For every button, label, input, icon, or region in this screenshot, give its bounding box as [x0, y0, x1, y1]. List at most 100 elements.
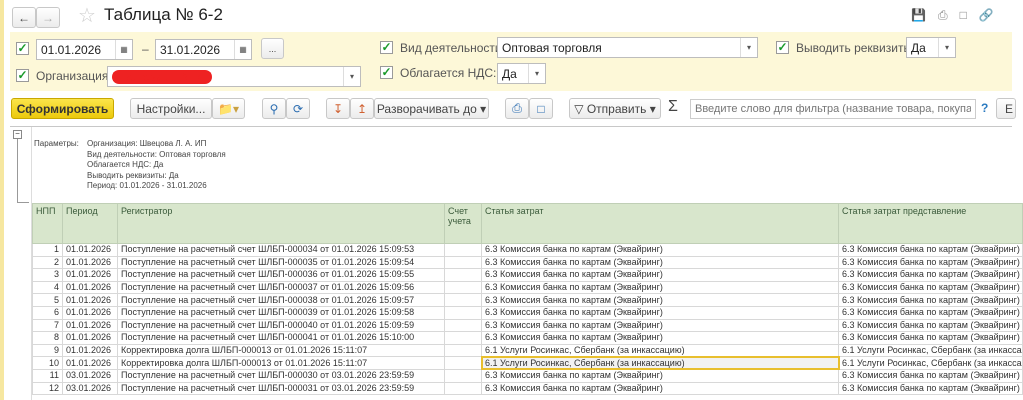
table-row[interactable]: 11 03.01.2026 Поступление на расчетный сче…	[32, 368, 1023, 383]
table-cell[interactable]: 6.3 Комиссия банка по картам (Эквайринг)	[838, 243, 1023, 257]
table-cell[interactable]	[444, 280, 482, 295]
table-cell[interactable]	[444, 293, 482, 307]
save-icon[interactable]: 💾	[911, 8, 938, 22]
table-cell[interactable]: Корректировка долга ШЛБП-000013 от 01.01…	[117, 356, 445, 370]
table-cell[interactable]: 6.1 Услуги Росинкас, Сбербанк (за инкасс…	[838, 343, 1023, 358]
period-checkbox[interactable]: ✓	[16, 42, 29, 55]
favorite-star-icon[interactable]: ☆	[78, 3, 96, 28]
table-cell[interactable]: 3	[32, 268, 63, 282]
table-row[interactable]: 1 01.01.2026 Поступление на расчетный счет…	[32, 243, 1023, 257]
table-cell[interactable]: Поступление на расчетный счет ШЛБП-00004…	[117, 318, 445, 333]
table-cell[interactable]	[444, 318, 482, 333]
chevron-down-icon[interactable]: ▾	[938, 38, 955, 57]
table-cell[interactable]: Поступление на расчетный счет ШЛБП-00004…	[117, 331, 445, 345]
table-cell[interactable]: 6.3 Комиссия банка по картам (Эквайринг)	[481, 318, 839, 333]
help-icon[interactable]: ?	[981, 101, 988, 115]
vat-checkbox[interactable]: ✓	[380, 66, 393, 79]
table-cell[interactable]: 6.3 Комиссия банка по картам (Эквайринг)	[481, 381, 839, 396]
table-cell[interactable]: 6.3 Комиссия банка по картам (Эквайринг)	[838, 305, 1023, 320]
table-cell[interactable]	[444, 381, 482, 396]
table-cell[interactable]: 6.3 Комиссия банка по картам (Эквайринг)	[481, 268, 839, 282]
table-cell[interactable]: 6.3 Комиссия банка по картам (Эквайринг)	[838, 381, 1023, 396]
chevron-down-icon[interactable]: ▾	[528, 64, 545, 83]
table-cell[interactable]: 6.3 Комиссия банка по картам (Эквайринг)	[481, 305, 839, 320]
table-row[interactable]: 8 01.01.2026 Поступление на расчетный счет…	[32, 331, 1023, 345]
table-cell[interactable]: 03.01.2026	[62, 368, 118, 383]
table-cell[interactable]: 4	[32, 280, 63, 295]
column-header[interactable]: Счет учета	[444, 203, 482, 244]
column-header[interactable]: Статья затрат представление	[838, 203, 1023, 244]
table-cell[interactable]: Поступление на расчетный счет ШЛБП-00003…	[117, 280, 445, 295]
table-cell[interactable]: 6.1 Услуги Росинкас, Сбербанк (за инкасс…	[838, 356, 1023, 370]
column-header[interactable]: Период	[62, 203, 118, 244]
table-cell[interactable]: 11	[32, 368, 63, 383]
table-cell[interactable]: 12	[32, 381, 63, 396]
more-button[interactable]: Е	[996, 98, 1016, 119]
column-header[interactable]: Регистратор	[117, 203, 445, 244]
table-cell[interactable]: 03.01.2026	[62, 381, 118, 396]
table-cell[interactable]: 1	[32, 243, 63, 257]
activity-select[interactable]: Оптовая торговля ▾	[497, 37, 758, 58]
table-row[interactable]: 4 01.01.2026 Поступление на расчетный счет…	[32, 280, 1023, 295]
expand-button[interactable]: ↥	[350, 98, 374, 119]
table-cell[interactable]: 6.3 Комиссия банка по картам (Эквайринг)	[481, 280, 839, 295]
table-cell[interactable]: 01.01.2026	[62, 255, 118, 270]
table-row[interactable]: 5 01.01.2026 Поступление на расчетный счет…	[32, 293, 1023, 307]
preview-icon[interactable]: □	[960, 8, 979, 22]
table-row[interactable]: 2 01.01.2026 Поступление на расчетный счет…	[32, 255, 1023, 270]
org-checkbox[interactable]: ✓	[16, 69, 29, 82]
table-cell[interactable]: 01.01.2026	[62, 343, 118, 358]
table-cell[interactable]: 6.3 Комиссия банка по картам (Эквайринг)	[838, 280, 1023, 295]
table-cell[interactable]	[444, 368, 482, 383]
table-cell[interactable]: Поступление на расчетный счет ШЛБП-00003…	[117, 293, 445, 307]
date-to-input[interactable]: 31.01.2026 ▦	[155, 39, 252, 60]
column-header[interactable]: НПП	[32, 203, 63, 244]
table-cell[interactable]: 6	[32, 305, 63, 320]
table-cell[interactable]: 2	[32, 255, 63, 270]
table-cell[interactable]: Поступление на расчетный счет ШЛБП-00003…	[117, 243, 445, 257]
table-cell[interactable]: 6.3 Комиссия банка по картам (Эквайринг)	[838, 268, 1023, 282]
table-cell[interactable]: 6.1 Услуги Росинкас, Сбербанк (за инкасс…	[480, 355, 840, 371]
table-cell[interactable]: Поступление на расчетный счет ШЛБП-00003…	[117, 305, 445, 320]
table-cell[interactable]: 6.3 Комиссия банка по картам (Эквайринг)	[838, 293, 1023, 307]
chevron-down-icon[interactable]: ▾	[343, 67, 360, 86]
find-button[interactable]: ⚲	[262, 98, 286, 119]
table-cell[interactable]: Поступление на расчетный счет ШЛБП-00003…	[117, 255, 445, 270]
table-row[interactable]: 7 01.01.2026 Поступление на расчетный счет…	[32, 318, 1023, 333]
table-row[interactable]: 6 01.01.2026 Поступление на расчетный счет…	[32, 305, 1023, 320]
vat-select[interactable]: Да ▾	[497, 63, 546, 84]
table-row[interactable]: 10 01.01.2026 Корректировка долга ШЛБП-000…	[32, 355, 1023, 371]
table-cell[interactable]: 9	[32, 343, 63, 358]
forward-button[interactable]: →	[36, 7, 60, 28]
print-preview-button[interactable]: □	[529, 98, 553, 119]
table-cell[interactable]: 6.3 Комиссия банка по картам (Эквайринг)	[838, 318, 1023, 333]
table-cell[interactable]: 8	[32, 331, 63, 345]
send-button[interactable]: ▽ Отправить ▾	[569, 98, 661, 119]
table-cell[interactable]	[444, 268, 482, 282]
link-icon[interactable]: 🔗	[979, 8, 1006, 22]
table-cell[interactable]: Корректировка долга ШЛБП-000013 от 01.01…	[117, 343, 445, 358]
table-cell[interactable]	[444, 331, 482, 345]
table-row[interactable]: 12 03.01.2026 Поступление на расчетный сче…	[32, 381, 1023, 396]
activity-checkbox[interactable]: ✓	[380, 41, 393, 54]
table-cell[interactable]: 6.3 Комиссия банка по картам (Эквайринг)	[838, 255, 1023, 270]
sum-icon[interactable]: Σ	[668, 98, 678, 116]
table-cell[interactable]: 01.01.2026	[62, 243, 118, 257]
chevron-down-icon[interactable]: ▾	[740, 38, 757, 57]
calendar-icon[interactable]: ▦	[234, 40, 251, 59]
table-cell[interactable]	[444, 305, 482, 320]
table-cell[interactable]: 01.01.2026	[62, 356, 118, 370]
variants-button[interactable]: 📁▾	[212, 98, 245, 119]
table-cell[interactable]: 01.01.2026	[62, 331, 118, 345]
date-from-input[interactable]: 01.01.2026 ▦	[36, 39, 133, 60]
table-cell[interactable]	[444, 255, 482, 270]
table-cell[interactable]: 01.01.2026	[62, 280, 118, 295]
table-cell[interactable]: 01.01.2026	[62, 293, 118, 307]
table-cell[interactable]	[444, 243, 482, 257]
table-cell[interactable]: 5	[32, 293, 63, 307]
print-icon[interactable]: ⎙	[938, 8, 960, 22]
table-row[interactable]: 3 01.01.2026 Поступление на расчетный счет…	[32, 268, 1023, 282]
table-cell[interactable]: Поступление на расчетный счет ШЛБП-00003…	[117, 268, 445, 282]
column-header[interactable]: Статья затрат	[481, 203, 839, 244]
find-next-button[interactable]: ⟳	[286, 98, 310, 119]
